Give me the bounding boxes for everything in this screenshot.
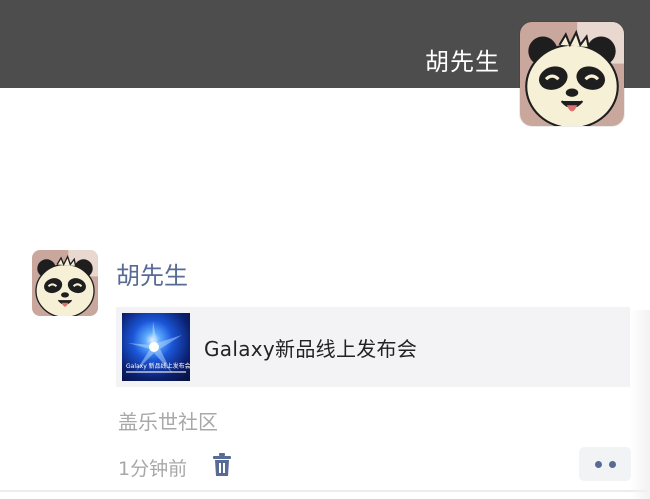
post-location[interactable]: 盖乐世社区 <box>118 406 218 435</box>
trash-icon <box>213 453 231 476</box>
panda-avatar-icon <box>32 250 98 316</box>
post-time: 1分钟前 <box>118 458 188 480</box>
cover-username[interactable]: 胡先生 <box>425 42 500 77</box>
link-card[interactable]: Galaxy 新品线上发布会 Galaxy新品线上发布会 <box>116 307 630 387</box>
edge-shade <box>630 310 650 499</box>
more-dots-icon <box>608 460 616 468</box>
thumbnail-subline <box>126 371 186 373</box>
more-dots-icon <box>594 460 602 468</box>
more-actions-button[interactable] <box>579 447 631 481</box>
thumbnail-caption: Galaxy 新品线上发布会 <box>126 363 190 370</box>
cover-avatar[interactable] <box>520 22 624 126</box>
panda-avatar-icon <box>520 22 624 126</box>
delete-button[interactable] <box>210 452 234 478</box>
link-thumbnail: Galaxy 新品线上发布会 <box>122 313 190 381</box>
post-divider <box>0 490 650 492</box>
post-author-avatar[interactable] <box>32 250 98 316</box>
post-author-name[interactable]: 胡先生 <box>116 256 188 291</box>
link-card-title: Galaxy新品线上发布会 <box>204 336 418 361</box>
